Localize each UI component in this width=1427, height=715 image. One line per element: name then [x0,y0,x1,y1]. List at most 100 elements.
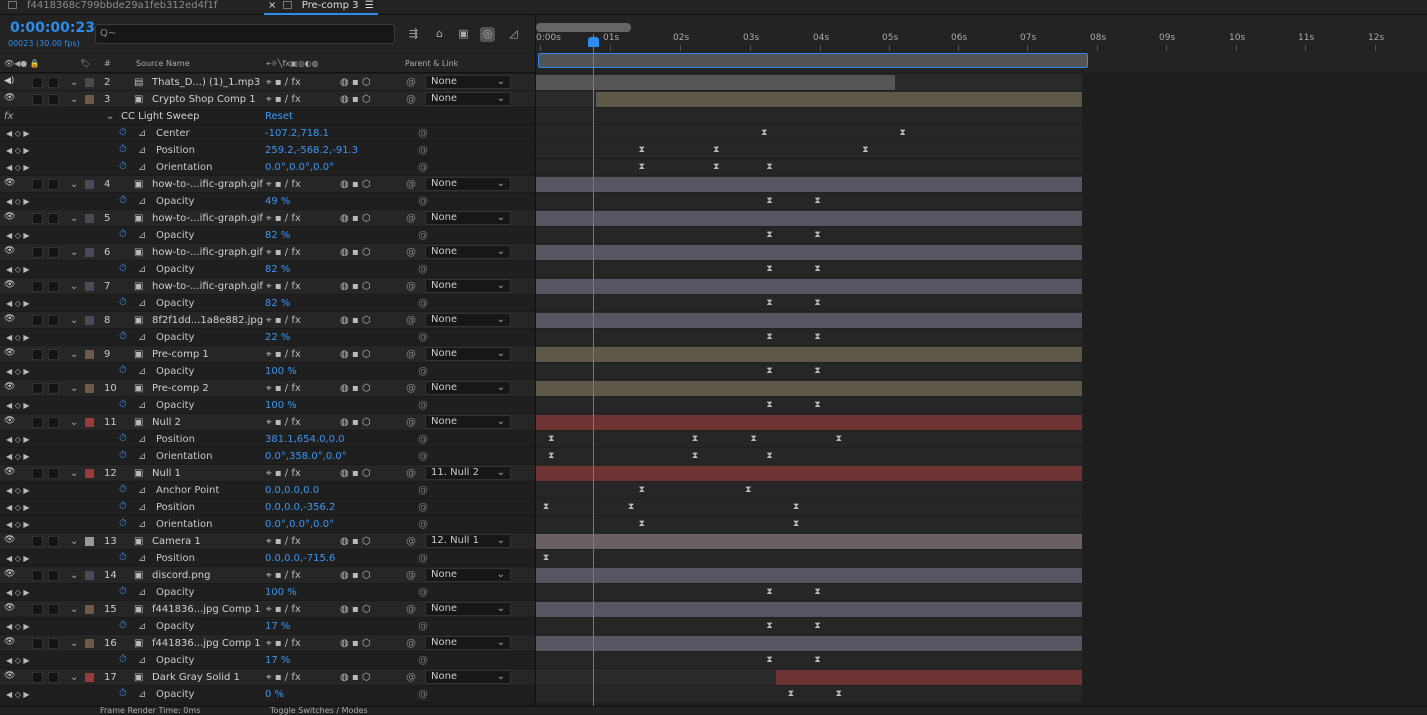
keyframe[interactable]: ⧗ [899,128,907,138]
pick-whip-icon[interactable]: @ [406,536,416,547]
property-row[interactable]: ◀ ◇ ▶ ⏱ ⊿ Orientation 0.0°,0.0°,0.0° @ [0,516,535,533]
switches[interactable]: ⌖ ▪ ∕ fx [266,315,301,326]
switches-3d[interactable]: ◍ ▪ ⬡ [340,315,371,326]
pick-whip-icon[interactable]: @ [418,196,428,207]
layer-duration-bar[interactable] [536,313,1082,328]
stopwatch-icon[interactable]: ⏱ [119,433,133,446]
lock-switch[interactable] [48,570,59,581]
property-value[interactable]: 0.0°,0.0°,0.0° [265,519,334,530]
graph-icon[interactable]: ⊿ [138,553,146,564]
lock-switch[interactable] [48,94,59,105]
switches-3d[interactable]: ◍ ▪ ⬡ [340,213,371,224]
property-row[interactable]: ◀ ◇ ▶ ⏱ ⊿ Opacity 49 % @ [0,193,535,210]
pick-whip-icon[interactable]: @ [406,672,416,683]
lock-switch[interactable] [48,604,59,615]
pick-whip-icon[interactable]: @ [418,264,428,275]
stopwatch-icon[interactable]: ⏱ [119,552,133,565]
layer-row[interactable]: 👁 ⌄ 8 ▣ 8f2f1dd...1a8e882.jpg ⌖ ▪ ∕ fx ◍ ▪ ⬡ @ N… [0,312,535,329]
property-row[interactable]: ◀ ◇ ▶ ⏱ ⊿ Opacity 82 % @ [0,227,535,244]
layer-duration-bar[interactable] [536,415,1082,430]
property-row[interactable]: ◀ ◇ ▶ ⏱ ⊿ Position 0.0,0.0,-356.2 @ [0,499,535,516]
keyframe[interactable]: ⧗ [813,366,821,376]
keyframe[interactable]: ⧗ [691,451,699,461]
layer-row[interactable]: 👁 ⌄ 7 ▣ how-to-...ific-graph.gif ⌖ ▪ ∕ fx ◍ ▪ … [0,278,535,295]
property-value[interactable]: 0 % [265,689,284,700]
layer-row[interactable]: 👁 ⌄ 5 ▣ how-to-...ific-graph.gif ⌖ ▪ ∕ fx ◍ ▪ … [0,210,535,227]
keyframe-nav[interactable]: ◀ ◇ ▶ [6,366,30,377]
pick-whip-icon[interactable]: @ [406,179,416,190]
eye-icon[interactable]: 👁 [4,348,15,358]
keyframe-nav[interactable]: ◀ ◇ ▶ [6,655,30,666]
pick-whip-icon[interactable]: @ [418,128,428,139]
parent-dropdown[interactable]: None ⌄ [425,602,511,616]
parent-dropdown[interactable]: None ⌄ [425,381,511,395]
keyframe-nav[interactable]: ◀ ◇ ▶ [6,264,30,275]
pick-whip-icon[interactable]: @ [406,638,416,649]
twirl-icon[interactable]: ⌄ [70,570,78,581]
keyframe[interactable]: ⧗ [813,655,821,665]
twirl-icon[interactable]: ⌄ [70,247,78,258]
keyframe-nav[interactable]: ◀ ◇ ▶ [6,519,30,530]
layer-row[interactable]: 👁 ⌄ 17 ▣ Dark Gray Solid 1 ⌖ ▪ ∕ fx ◍ ▪ ⬡ @ None… [0,669,535,686]
keyframe[interactable]: ⧗ [542,502,550,512]
property-value[interactable]: 22 % [265,332,290,343]
parent-dropdown[interactable]: 11. Null 2 ⌄ [425,466,511,480]
property-row[interactable]: ◀ ◇ ▶ ⏱ ⊿ Position 381.1,654.0,0.0 @ [0,431,535,448]
eye-icon[interactable]: 👁 [4,93,15,103]
keyframe[interactable]: ⧗ [766,332,774,342]
switches-3d[interactable]: ◍ ▪ ⬡ [340,536,371,547]
graph-icon[interactable]: ⊿ [138,689,146,700]
twirl-icon[interactable]: ⌄ [70,315,78,326]
layer-row[interactable]: 👁 ⌄ 3 ▣ Crypto Shop Comp 1 ⌖ ▪ ∕ fx ◍ ▪ ⬡ @ None… [0,91,535,108]
solo-switch[interactable] [32,383,43,394]
pick-whip-icon[interactable]: @ [418,485,428,496]
layer-row[interactable]: 👁 ⌄ 14 ▣ discord.png ⌖ ▪ ∕ fx ◍ ▪ ⬡ @ None ⌄ [0,567,535,584]
property-value[interactable]: 0.0°,358.0°,0.0° [265,451,347,462]
solo-switch[interactable] [32,417,43,428]
keyframe-nav[interactable]: ◀ ◇ ▶ [6,332,30,343]
stopwatch-icon[interactable]: ⏱ [119,484,133,497]
layer-name[interactable]: Camera 1 [152,536,201,547]
layer-name[interactable]: how-to-...ific-graph.gif [152,281,263,292]
eye-icon[interactable]: 👁 [4,314,15,324]
keyframe[interactable]: ⧗ [766,621,774,631]
column-source-name[interactable]: Source Name [136,59,190,68]
switches[interactable]: ⌖ ▪ ∕ fx [266,638,301,649]
layer-row[interactable]: 👁 ⌄ 12 ▣ Null 1 ⌖ ▪ ∕ fx ◍ ▪ ⬡ @11. Null 2 ⌄ [0,465,535,482]
stopwatch-icon[interactable]: ⏱ [119,331,133,344]
stopwatch-icon[interactable]: ⏱ [119,365,133,378]
property-row[interactable]: ◀ ◇ ▶ ⏱ ⊿ Center -107.2,718.1 @ [0,125,535,142]
stopwatch-icon[interactable]: ⏱ [119,127,133,140]
keyframe-nav[interactable]: ◀ ◇ ▶ [6,689,30,700]
switches-3d[interactable]: ◍ ▪ ⬡ [340,77,371,88]
solo-switch[interactable] [32,468,43,479]
keyframe[interactable]: ⧗ [766,587,774,597]
eye-icon[interactable]: 👁 [4,637,15,647]
pick-whip-icon[interactable]: @ [406,468,416,479]
property-value[interactable]: 0.0,0.0,-715.6 [265,553,335,564]
stopwatch-icon[interactable]: ⏱ [119,229,133,242]
layer-name[interactable]: how-to-...ific-graph.gif [152,247,263,258]
property-row[interactable]: ◀ ◇ ▶ ⏱ ⊿ Opacity 22 % @ [0,329,535,346]
layer-row[interactable]: 👁 ⌄ 13 ▣ Camera 1 ⌖ ▪ ∕ fx ◍ ▪ ⬡ @12. Null 1 ⌄ [0,533,535,550]
keyframe[interactable]: ⧗ [813,298,821,308]
parent-dropdown[interactable]: None ⌄ [425,177,511,191]
parent-dropdown[interactable]: None ⌄ [425,670,511,684]
stopwatch-icon[interactable]: ⏱ [119,399,133,412]
property-row[interactable]: ◀ ◇ ▶ ⏱ ⊿ Orientation 0.0°,358.0°,0.0° @ [0,448,535,465]
property-row[interactable]: ◀ ◇ ▶ ⏱ ⊿ Opacity 17 % @ [0,652,535,669]
graph-icon[interactable]: ⊿ [138,400,146,411]
keyframe[interactable]: ⧗ [766,162,774,172]
property-value[interactable]: 100 % [265,587,297,598]
label-color[interactable] [85,316,94,325]
graph-editor-icon[interactable]: ◿ [506,27,521,42]
layer-duration-bar[interactable] [536,466,1082,481]
pick-whip-icon[interactable]: @ [418,519,428,530]
layer-duration-bar[interactable] [536,534,1082,549]
eye-icon[interactable]: 👁 [4,178,15,188]
keyframe[interactable]: ⧗ [835,434,843,444]
property-value[interactable]: 17 % [265,655,290,666]
motion-blur-icon[interactable]: ◎ [480,27,495,42]
layer-duration-bar[interactable] [536,381,1082,396]
property-value[interactable]: 49 % [265,196,290,207]
